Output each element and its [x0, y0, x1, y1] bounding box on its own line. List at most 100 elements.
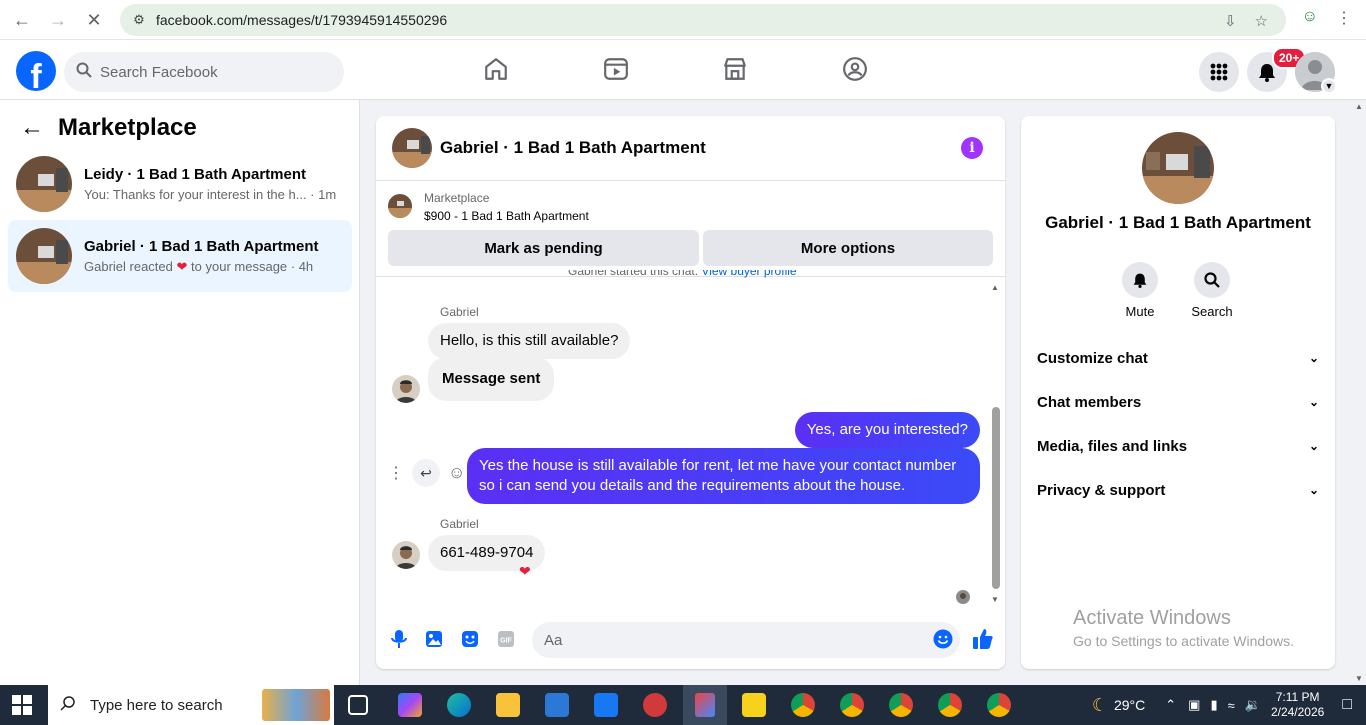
- marketplace-tab[interactable]: [720, 54, 750, 84]
- section-label: Media, files and links: [1037, 437, 1188, 455]
- more-icon[interactable]: ⋮: [388, 463, 404, 483]
- image-icon[interactable]: [423, 628, 445, 650]
- heart-reaction-icon[interactable]: ❤: [519, 563, 531, 580]
- search-input[interactable]: [100, 63, 320, 81]
- home-icon: [485, 58, 507, 80]
- details-avatar[interactable]: [1142, 132, 1214, 204]
- sender-avatar[interactable]: [392, 541, 420, 569]
- install-app-icon[interactable]: ⇩: [1224, 12, 1237, 30]
- message-bubble[interactable]: Hello, is this still available?: [428, 323, 631, 359]
- customize-chat-section[interactable]: Customize chat ⌄: [1029, 338, 1327, 378]
- news-icon[interactable]: [594, 693, 618, 717]
- chat-scrollbar[interactable]: ▲ ▼: [989, 281, 1001, 606]
- home-tab[interactable]: [481, 54, 511, 84]
- more-options-button[interactable]: More options: [703, 230, 993, 266]
- meet-now-icon[interactable]: ▣: [1188, 697, 1200, 713]
- task-view-icon[interactable]: [348, 695, 368, 715]
- details-name: Gabriel · 1 Bad 1 Bath Apartment: [1045, 213, 1311, 232]
- chat-avatar[interactable]: [392, 128, 432, 168]
- page-scrollbar[interactable]: ▲ ▼: [1352, 100, 1366, 685]
- mute-button[interactable]: Mute: [1110, 262, 1170, 319]
- privacy-support-section[interactable]: Privacy & support ⌄: [1029, 470, 1327, 510]
- file-explorer-icon[interactable]: [496, 693, 520, 717]
- forward-icon[interactable]: →: [46, 8, 70, 32]
- sticky-notes-icon[interactable]: [742, 693, 766, 717]
- bookmark-star-icon[interactable]: ☆: [1255, 12, 1268, 30]
- sender-name: Gabriel: [440, 517, 479, 531]
- thumbs-up-icon[interactable]: [972, 628, 994, 650]
- listing-thumbnail[interactable]: [388, 194, 412, 218]
- weather-moon-icon[interactable]: ☾: [1092, 695, 1108, 716]
- emoji-react-icon[interactable]: ☺: [448, 463, 465, 483]
- store-icon[interactable]: [545, 693, 569, 717]
- browser-menu-icon[interactable]: ⋮: [1336, 8, 1352, 28]
- info-icon[interactable]: i: [961, 137, 983, 159]
- svg-text:GIF: GIF: [500, 638, 512, 645]
- mark-pending-button[interactable]: Mark as pending: [388, 230, 699, 266]
- volume-icon[interactable]: 🔉: [1245, 697, 1261, 713]
- edge-icon[interactable]: [447, 693, 471, 717]
- chrome-icon[interactable]: [791, 693, 815, 717]
- search-icon: [60, 695, 76, 716]
- chrome-icon[interactable]: [889, 693, 913, 717]
- chrome-icon[interactable]: [987, 693, 1011, 717]
- weather-temp[interactable]: 29°C: [1114, 697, 1145, 713]
- account-icon[interactable]: ☺: [1302, 8, 1318, 28]
- conversation-item-leidy[interactable]: Leidy · 1 Bad 1 Bath Apartment You: Than…: [8, 148, 352, 220]
- app-8-icon[interactable]: [643, 693, 667, 717]
- scroll-down-icon[interactable]: ▼: [991, 595, 999, 604]
- tray-overflow-icon[interactable]: ⌃: [1165, 697, 1176, 713]
- media-files-links-section[interactable]: Media, files and links ⌄: [1029, 426, 1327, 466]
- message-input[interactable]: [532, 622, 960, 658]
- microphone-icon[interactable]: [388, 628, 410, 650]
- wifi-icon[interactable]: ≈: [1228, 698, 1235, 713]
- notification-center-icon[interactable]: □: [1342, 696, 1352, 714]
- chrome-icon[interactable]: [840, 693, 864, 717]
- reply-icon[interactable]: ↩: [412, 459, 440, 487]
- gif-icon[interactable]: GIF: [495, 628, 517, 650]
- snipping-tool-icon: [695, 693, 715, 717]
- listing-title[interactable]: $900 - 1 Bad 1 Bath Apartment: [424, 209, 589, 223]
- scroll-up-icon[interactable]: ▲: [991, 283, 999, 292]
- back-arrow-icon[interactable]: ←: [20, 114, 44, 142]
- marketplace-label: Marketplace: [424, 191, 490, 205]
- taskbar-search[interactable]: Type here to search: [48, 685, 334, 725]
- scroll-thumb[interactable]: [992, 407, 1000, 589]
- message-bubble[interactable]: Message sent: [428, 357, 555, 401]
- battery-icon[interactable]: ▮: [1210, 697, 1217, 713]
- chat-panel: Gabriel · 1 Bad 1 Bath Apartment i Marke…: [376, 116, 1005, 669]
- sender-avatar[interactable]: [392, 375, 420, 403]
- emoji-icon[interactable]: [932, 628, 954, 650]
- scroll-up-icon[interactable]: ▲: [1355, 102, 1363, 111]
- read-receipt-avatar: [956, 590, 970, 604]
- view-buyer-profile-link[interactable]: View buyer profile: [701, 270, 796, 278]
- bell-icon: [1122, 262, 1158, 298]
- sender-name: Gabriel: [440, 305, 479, 319]
- chevron-down-icon[interactable]: ▼: [1321, 78, 1337, 94]
- stop-loading-icon[interactable]: ✕: [82, 8, 106, 32]
- address-bar[interactable]: ⚙ facebook.com/messages/t/17939459145502…: [120, 4, 1286, 36]
- groups-tab[interactable]: [840, 54, 870, 84]
- facebook-logo[interactable]: f: [16, 51, 56, 91]
- browser-toolbar: ← → ✕ ⚙ facebook.com/messages/t/17939459…: [0, 0, 1366, 40]
- scroll-down-icon[interactable]: ▼: [1355, 674, 1363, 683]
- message-bubble-outgoing[interactable]: Yes the house is still available for ren…: [467, 448, 980, 504]
- message-bubble-outgoing[interactable]: Yes, are you interested?: [794, 412, 980, 448]
- windows-start-icon[interactable]: [12, 695, 34, 715]
- back-icon[interactable]: ←: [10, 8, 34, 32]
- conversation-name: Gabriel · 1 Bad 1 Bath Apartment: [84, 237, 319, 255]
- menu-button[interactable]: [1199, 52, 1239, 92]
- search-in-chat-button[interactable]: Search: [1182, 262, 1242, 319]
- chat-members-section[interactable]: Chat members ⌄: [1029, 382, 1327, 422]
- chrome-icon[interactable]: [938, 693, 962, 717]
- active-app-button[interactable]: [683, 685, 727, 725]
- copilot-icon[interactable]: [398, 693, 422, 717]
- taskbar-clock[interactable]: 7:11 PM 2/24/2026: [1271, 690, 1324, 720]
- sticker-icon[interactable]: [459, 628, 481, 650]
- facebook-search[interactable]: [64, 52, 344, 92]
- sidebar-title: Marketplace: [58, 114, 197, 141]
- chat-title[interactable]: Gabriel · 1 Bad 1 Bath Apartment: [440, 138, 706, 158]
- site-info-icon[interactable]: ⚙: [130, 11, 148, 29]
- video-tab[interactable]: [601, 54, 631, 84]
- conversation-item-gabriel[interactable]: Gabriel · 1 Bad 1 Bath Apartment Gabriel…: [8, 220, 352, 292]
